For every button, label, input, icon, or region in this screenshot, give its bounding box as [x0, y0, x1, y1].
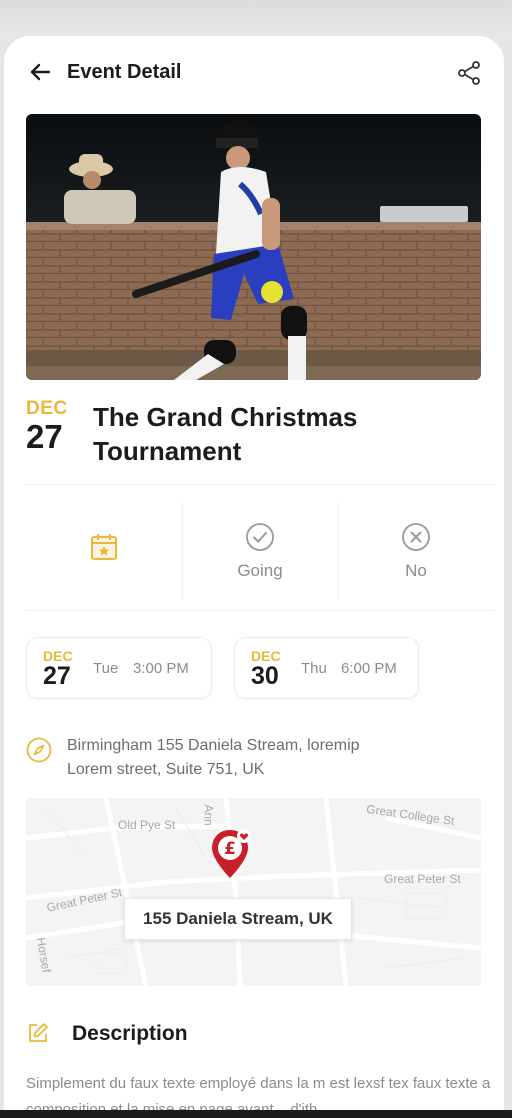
event-day: 27: [26, 418, 63, 455]
share-button[interactable]: [454, 58, 484, 88]
map-label-old-pye: Old Pye St: [118, 818, 176, 832]
x-circle-icon: [400, 521, 432, 553]
event-month: DEC: [26, 398, 68, 419]
status-bar-background: [0, 0, 512, 40]
event-title-line-2: Tournament: [93, 436, 242, 466]
date-time: 3:00 PM: [133, 660, 189, 677]
event-title-line-1: The Grand Christmas: [93, 402, 358, 432]
map-label-great-peter-right: Great Peter St: [384, 872, 461, 886]
event-title: The Grand Christmas Tournament: [93, 400, 423, 468]
back-button[interactable]: [26, 58, 54, 86]
divider: [26, 484, 494, 485]
date-day: 27: [43, 662, 71, 690]
location-map[interactable]: Old Pye St Great College St Great Peter …: [26, 798, 481, 986]
svg-text:£: £: [224, 839, 236, 859]
rsvp-options: Going No: [26, 496, 494, 606]
address-line-2: Lorem street, Suite 751, UK: [67, 761, 265, 778]
date-weekday: Thu: [301, 660, 327, 677]
description-title: Description: [72, 1022, 188, 1045]
going-button[interactable]: Going: [182, 496, 338, 606]
check-circle-icon: [244, 521, 276, 553]
event-hero-image: [26, 114, 481, 380]
map-address-callout: 155 Daniela Stream, UK: [124, 898, 352, 940]
bottom-bar: [0, 1110, 512, 1118]
arrow-left-icon: [30, 63, 51, 81]
date-weekday: Tue: [93, 660, 119, 677]
date-day: 30: [251, 662, 279, 690]
date-option-1[interactable]: DEC 27 Tue 3:00 PM: [26, 637, 212, 699]
address-line-1: Birmingham 155 Daniela Stream, loremip: [67, 737, 360, 754]
page-title: Event Detail: [67, 61, 182, 83]
date-time: 6:00 PM: [341, 660, 397, 677]
not-going-button[interactable]: No: [338, 496, 494, 606]
calendar-star-icon: [88, 531, 120, 563]
event-detail-screen: Event Detail DEC 27 The Grand Christmas …: [4, 36, 504, 1118]
map-pin-icon[interactable]: £: [209, 828, 251, 882]
event-date: DEC 27: [26, 398, 76, 454]
going-label: Going: [237, 561, 283, 580]
divider: [26, 610, 494, 611]
no-label: No: [405, 561, 427, 580]
app-header: Event Detail: [4, 36, 504, 108]
map-label-ann: Ann: [201, 804, 216, 826]
edit-icon: [26, 1021, 50, 1045]
add-to-calendar-button[interactable]: [26, 496, 182, 606]
share-icon: [458, 61, 480, 85]
softball-photo: [26, 114, 481, 380]
compass-icon: [26, 737, 52, 763]
date-option-2[interactable]: DEC 30 Thu 6:00 PM: [234, 637, 419, 699]
